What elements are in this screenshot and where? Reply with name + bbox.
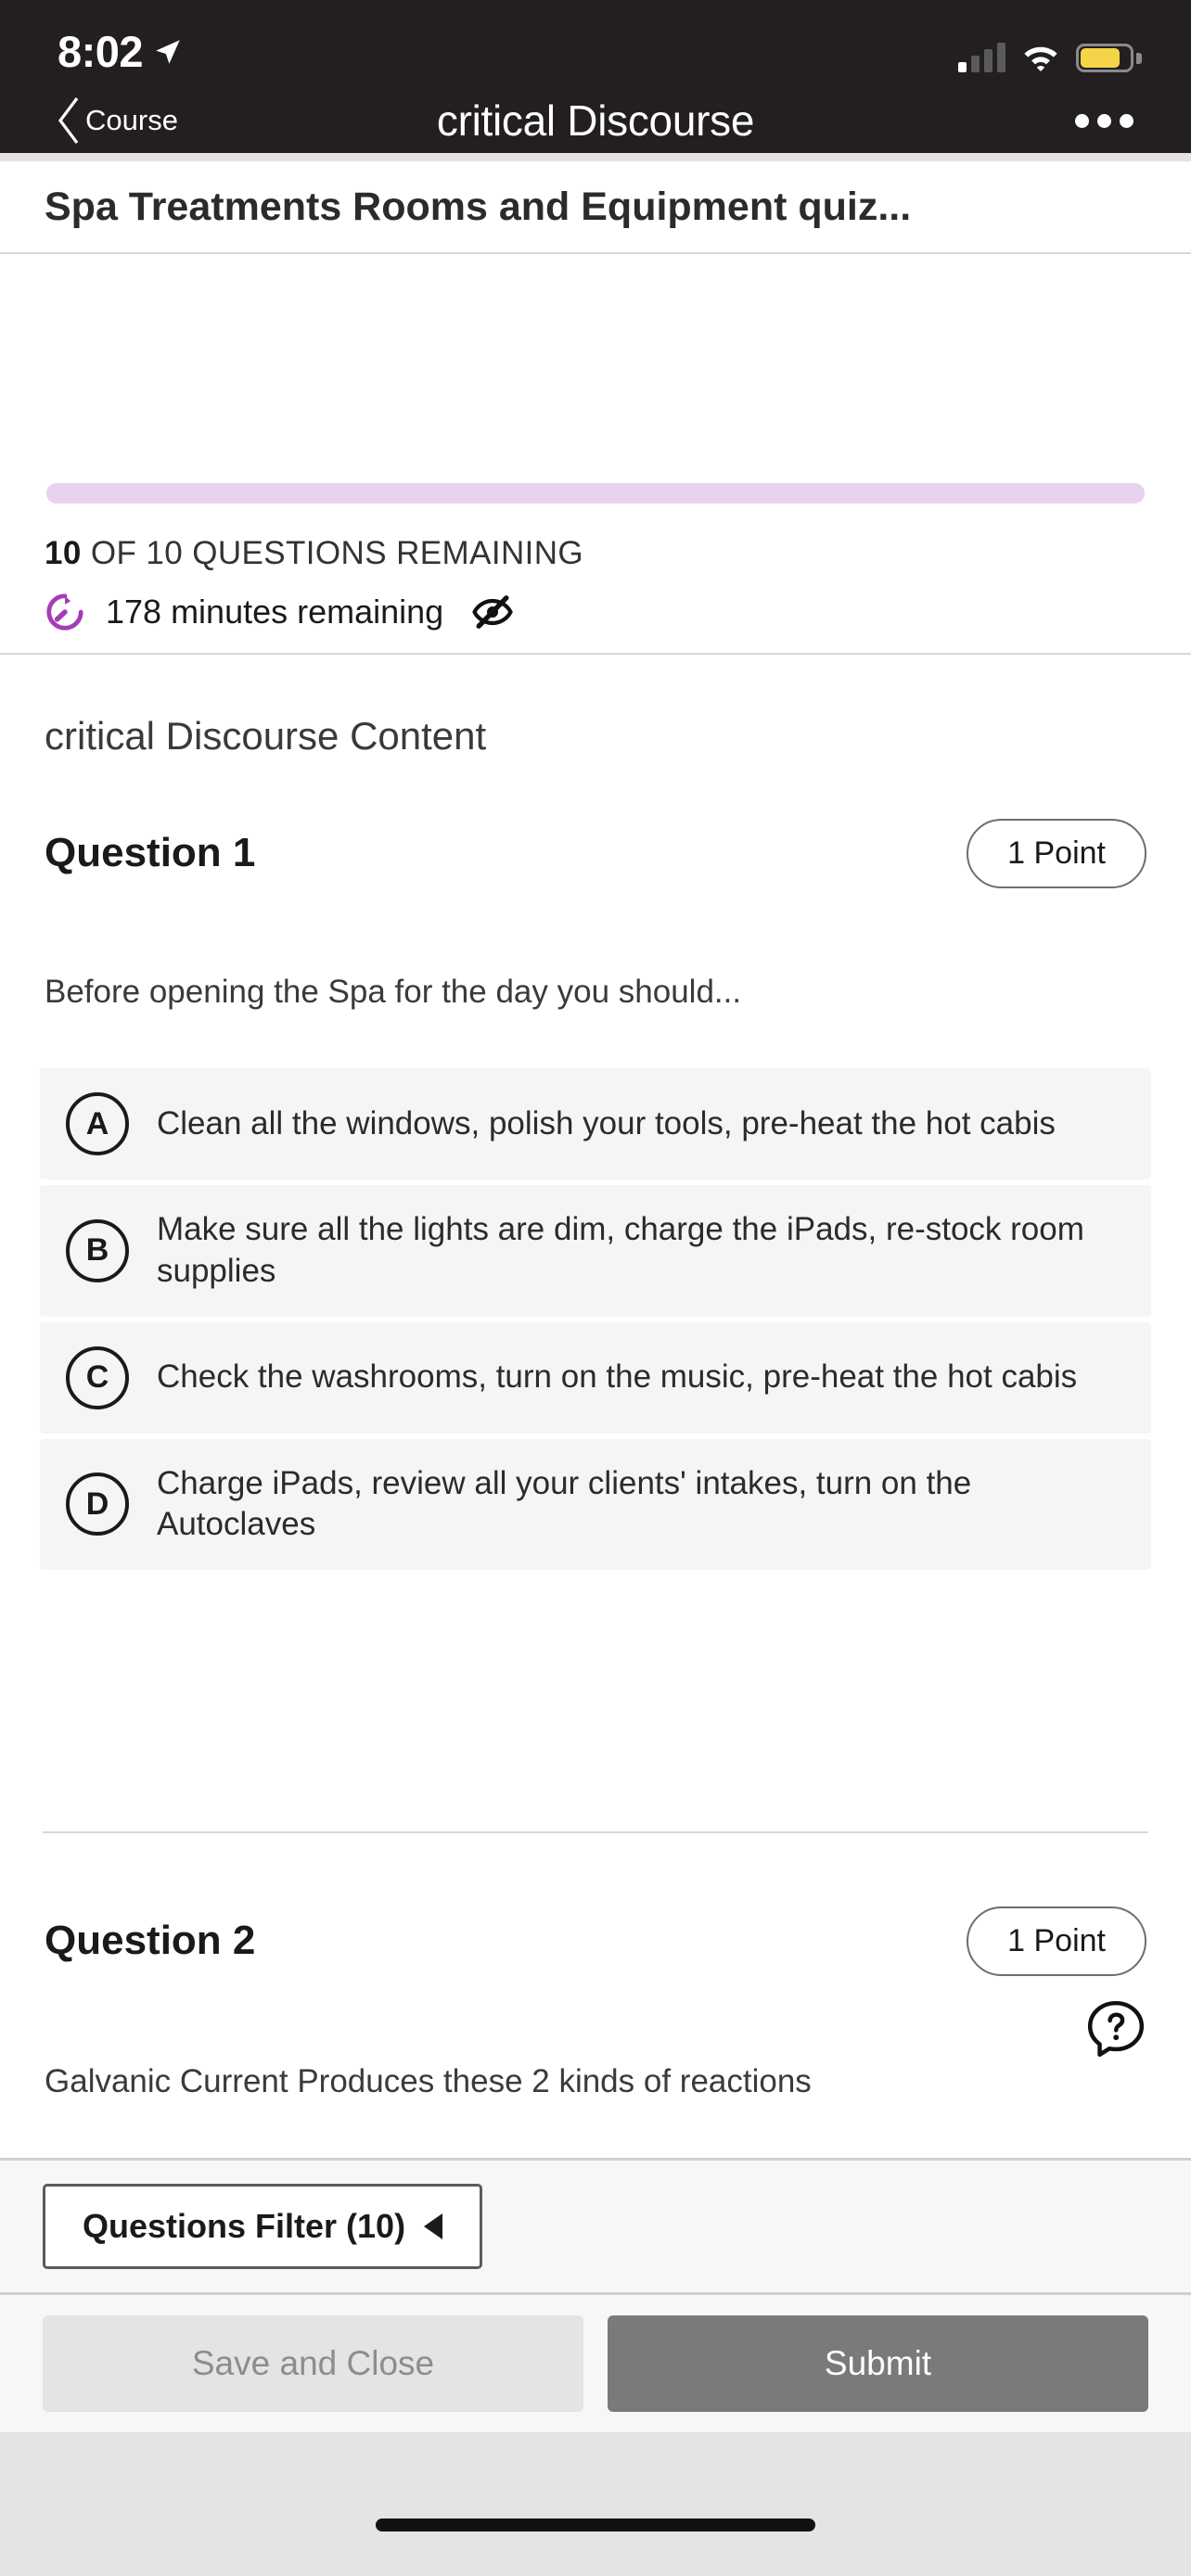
option-row-d[interactable]: D Charge iPads, review all your clients'…: [40, 1438, 1151, 1571]
questions-filter-button[interactable]: Questions Filter (10): [43, 2184, 483, 2269]
question-2-points-badge: 1 Point: [967, 1906, 1146, 1976]
option-text-a: Clean all the windows, polish your tools…: [157, 1104, 1056, 1141]
back-button[interactable]: Course: [56, 96, 178, 145]
question-1-points-badge: 1 Point: [967, 818, 1146, 888]
option-letter-a: A: [66, 1092, 129, 1155]
questions-filter-label: Questions Filter (10): [83, 2207, 406, 2245]
back-button-label: Course: [85, 104, 178, 136]
wifi-icon: [1024, 46, 1057, 72]
battery-icon: [1076, 44, 1142, 72]
nav-bar: Course critical Discourse: [0, 88, 1191, 153]
home-indicator[interactable]: [376, 2519, 815, 2531]
quiz-title: Spa Treatments Rooms and Equipment quiz.…: [45, 184, 912, 229]
question-2-title: Question 2: [45, 1918, 256, 1963]
status-bar: 8:02: [0, 0, 1191, 88]
question-2-header: Question 2 1 Point: [0, 1896, 1191, 1985]
quiz-progress-fill: [46, 483, 1145, 504]
option-text-c: Check the washrooms, turn on the music, …: [157, 1358, 1078, 1396]
option-letter-d: D: [66, 1473, 129, 1537]
time-remaining-text: 178 minutes remaining: [106, 593, 444, 631]
triangle-left-icon: [424, 2213, 443, 2239]
nav-shadow-divider: [0, 153, 1191, 161]
question-2-prompt: Galvanic Current Produces these 2 kinds …: [45, 2063, 812, 2099]
option-row-a[interactable]: A Clean all the windows, polish your too…: [40, 1068, 1151, 1180]
divider-below-timer: [0, 653, 1191, 655]
question-1-options: A Clean all the windows, polish your too…: [40, 1068, 1151, 1575]
question-1-title: Question 1: [45, 830, 256, 875]
status-indicators: [958, 43, 1142, 77]
option-text-b: Make sure all the lights are dim, charge…: [157, 1211, 1084, 1289]
more-horizontal-icon[interactable]: [1075, 113, 1133, 128]
timer-icon: [46, 593, 83, 631]
chevron-left-icon: [58, 97, 79, 144]
timer-row: 178 minutes remaining: [45, 592, 514, 632]
quiz-progress-bar: [46, 483, 1145, 504]
question-1-prompt: Before opening the Spa for the day you s…: [45, 974, 742, 1010]
divider-between-questions: [43, 1831, 1148, 1833]
home-indicator-area: [0, 2432, 1191, 2576]
quiz-title-bar: Spa Treatments Rooms and Equipment quiz.…: [0, 161, 1191, 252]
location-arrow-icon: [156, 39, 180, 64]
option-text-d: Charge iPads, review all your clients' i…: [157, 1464, 972, 1543]
questions-remaining-text: 10 OF 10 QUESTIONS REMAINING: [45, 535, 583, 572]
question-1-header: Question 1 1 Point: [0, 809, 1191, 898]
status-time-group: 8:02: [58, 26, 184, 77]
option-row-b[interactable]: B Make sure all the lights are dim, char…: [40, 1185, 1151, 1317]
eye-slash-icon[interactable]: [471, 593, 514, 631]
questions-remaining-suffix: OF 10 QUESTIONS REMAINING: [81, 535, 584, 571]
cellular-signal-icon: [958, 43, 1005, 72]
questions-remaining-count: 10: [45, 535, 82, 571]
action-bar: Save and Close Submit: [0, 2295, 1191, 2432]
quiz-screen: 8:02 Course critical Discourse Spa Treat…: [0, 0, 1191, 2576]
help-question-icon[interactable]: [1085, 1998, 1146, 2060]
nav-title: critical Discourse: [436, 96, 755, 145]
option-row-c[interactable]: C Check the washrooms, turn on the music…: [40, 1321, 1151, 1434]
divider-below-title: [0, 252, 1191, 254]
status-time: 8:02: [58, 27, 144, 76]
questions-filter-bar: Questions Filter (10): [0, 2158, 1191, 2295]
option-letter-b: B: [66, 1218, 129, 1282]
content-heading: critical Discourse Content: [45, 714, 487, 758]
option-letter-c: C: [66, 1345, 129, 1409]
submit-button[interactable]: Submit: [608, 2315, 1148, 2412]
save-and-close-button[interactable]: Save and Close: [43, 2315, 583, 2412]
